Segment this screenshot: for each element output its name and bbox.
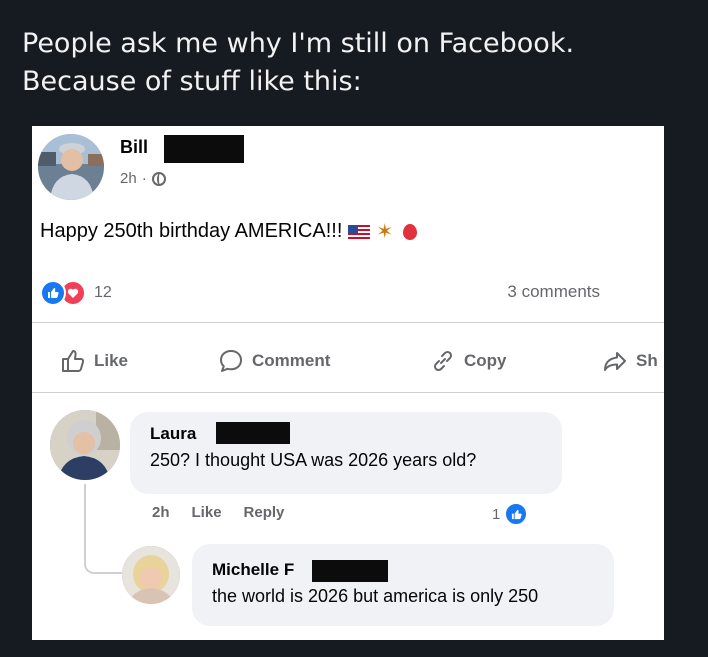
comment-bubble-michelle: Michelle F the world is 2026 but america… <box>192 544 614 626</box>
caption-line-1: People ask me why I'm still on Facebook. <box>22 28 575 59</box>
person-photo-icon <box>50 410 120 480</box>
comment-bubble-icon <box>220 350 242 372</box>
redacted-surname <box>312 560 388 582</box>
like-reaction-icon <box>40 280 66 306</box>
party-popper-icon: ✶ <box>376 221 394 243</box>
redacted-surname <box>164 135 244 163</box>
divider-top <box>32 322 664 323</box>
share-button[interactable]: Sh <box>602 348 658 374</box>
comment-like-link[interactable]: Like <box>192 504 222 521</box>
globe-icon <box>151 171 166 186</box>
comment-author-michelle-name: Michelle <box>212 560 280 579</box>
comment-author-laura[interactable]: Laura <box>150 424 476 444</box>
redacted-surname <box>216 422 290 444</box>
post-text: Happy 250th birthday AMERICA!!! <box>40 220 343 242</box>
link-icon <box>433 350 453 372</box>
facebook-post-card: Bill 2h · Happy 250th birthday AMERICA!!… <box>32 126 664 640</box>
comment-text-laura: 250? I thought USA was 2026 years old? <box>150 450 477 470</box>
comment-bubble-laura: Laura 250? I thought USA was 2026 years … <box>130 412 562 494</box>
reaction-count: 12 <box>94 284 112 301</box>
post-time[interactable]: 2h <box>120 170 137 187</box>
copy-button[interactable]: Copy <box>430 348 507 374</box>
comment-author-michelle-initial: F <box>283 560 295 579</box>
reactions-summary[interactable]: 12 <box>40 280 112 306</box>
commenter-avatar-michelle[interactable] <box>122 546 180 604</box>
share-label: Sh <box>636 351 658 370</box>
comment-button[interactable]: Comment <box>218 348 330 374</box>
thumbs-up-icon <box>62 350 85 372</box>
share-arrow-icon <box>604 352 626 371</box>
commenter-avatar-laura[interactable] <box>50 410 120 480</box>
like-label: Like <box>94 351 129 370</box>
author-avatar[interactable] <box>38 134 104 200</box>
comment-label: Comment <box>252 351 331 370</box>
comment-actions-laura: 2h Like Reply <box>152 504 284 521</box>
caption-line-2: Because of stuff like this: <box>22 66 362 97</box>
flag-us-icon <box>348 224 371 239</box>
balloon-icon <box>403 223 418 240</box>
person-photo-icon <box>38 134 104 200</box>
divider-bottom <box>32 392 664 393</box>
person-photo-icon <box>122 546 180 604</box>
copy-label: Copy <box>464 351 507 370</box>
post-meta: 2h · <box>120 170 166 187</box>
comment-reactions-laura[interactable]: 1 <box>492 502 529 526</box>
reply-thread-line <box>84 484 122 574</box>
post-text-row: Happy 250th birthday AMERICA!!! ✶ <box>40 219 418 244</box>
comment-time[interactable]: 2h <box>152 504 170 521</box>
comment-reaction-count: 1 <box>492 505 501 523</box>
post-author-name[interactable]: Bill <box>120 137 148 158</box>
caption: People ask me why I'm still on Facebook.… <box>22 25 692 101</box>
like-reaction-icon <box>504 502 529 526</box>
meta-separator: · <box>141 170 147 187</box>
comment-reply-link[interactable]: Reply <box>244 504 285 521</box>
like-button[interactable]: Like <box>60 348 128 374</box>
comment-text-michelle: the world is 2026 but america is only 25… <box>212 586 539 606</box>
comments-count[interactable]: 3 comments <box>507 282 600 302</box>
